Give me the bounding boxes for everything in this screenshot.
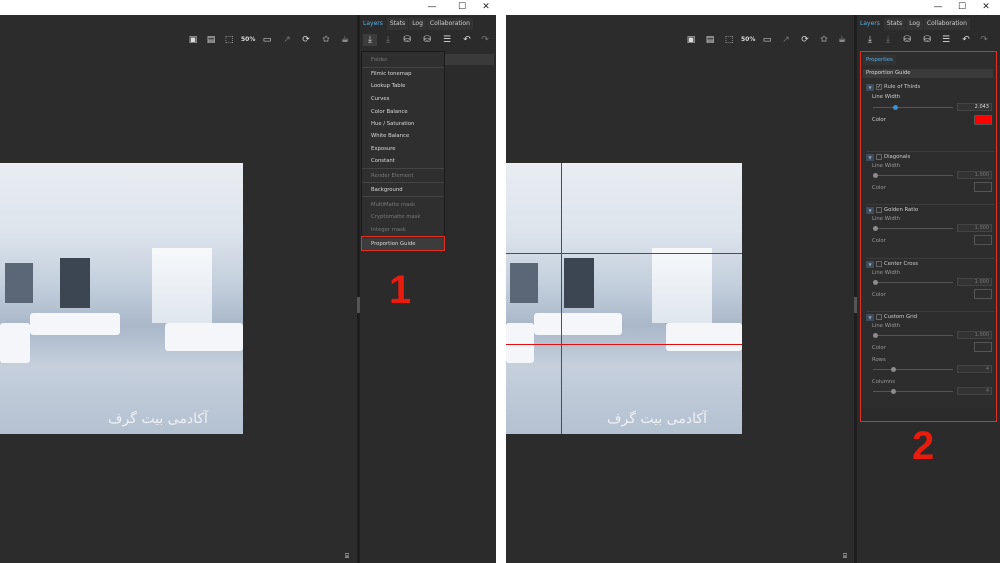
render-image: آکادمی بیت گرف bbox=[506, 163, 742, 434]
add-layer-dropdown: Folder Filmic tonemap Lookup Table Curve… bbox=[361, 51, 445, 251]
save-layers-icon[interactable]: ⛁ bbox=[900, 34, 914, 46]
undo-icon[interactable]: ↶ bbox=[460, 34, 474, 46]
render-sofa bbox=[165, 323, 243, 351]
teapot-icon[interactable]: ☕ bbox=[338, 34, 352, 46]
menu-item-curves[interactable]: Curves bbox=[362, 93, 444, 105]
render-wall-area bbox=[652, 248, 712, 323]
tab-stats[interactable]: Stats bbox=[883, 18, 906, 30]
menu-item-lookup-table[interactable]: Lookup Table bbox=[362, 80, 444, 92]
menu-item-cryptomatte-mask: Cryptomatte mask bbox=[371, 214, 421, 220]
preset-icon[interactable]: ⛁ bbox=[420, 34, 434, 46]
screenshot-step-1: — ☐ ✕ ▣ ▤ ⬚ 50% ▭ ↗ ⟳ ✿ ☕ آکادمی بیت گرف… bbox=[0, 0, 496, 563]
save-all-icon[interactable]: ▤ bbox=[204, 34, 218, 46]
step-number-1: 1 bbox=[389, 268, 412, 312]
menu-item-filmic-tonemap[interactable]: Filmic tonemap bbox=[362, 68, 444, 80]
sidebar-tabs: Layers Stats Log Collaboration bbox=[857, 18, 971, 30]
redo-icon[interactable]: ↷ bbox=[977, 34, 991, 46]
menu-item-constant[interactable]: Constant bbox=[362, 155, 444, 167]
add-layer-icon[interactable]: ⤓ bbox=[363, 34, 377, 46]
list-icon[interactable]: ☰ bbox=[440, 34, 454, 46]
render-shelf bbox=[5, 263, 33, 303]
undo-icon[interactable]: ↶ bbox=[959, 34, 973, 46]
fit-view-icon[interactable]: ▭ bbox=[760, 34, 774, 46]
menu-item-render-element: Render Element bbox=[371, 173, 414, 179]
track-mouse-icon[interactable]: ↗ bbox=[779, 34, 793, 46]
render-armchair bbox=[0, 323, 30, 363]
menu-item-hue-saturation[interactable]: Hue / Saturation bbox=[362, 118, 444, 130]
window-titlebar: — ☐ ✕ bbox=[506, 0, 1000, 15]
render-sofa bbox=[666, 323, 742, 351]
add-layer-icon[interactable]: ⤓ bbox=[863, 34, 877, 46]
highlight-box bbox=[860, 51, 997, 422]
tab-collaboration[interactable]: Collaboration bbox=[923, 18, 970, 30]
watermark-text: آکادمی بیت گرف bbox=[108, 411, 208, 427]
watermark-text: آکادمی بیت گرف bbox=[607, 411, 707, 427]
tab-stats[interactable]: Stats bbox=[386, 18, 409, 30]
redo-icon[interactable]: ↷ bbox=[478, 34, 492, 46]
render-table bbox=[534, 313, 622, 335]
render-viewport: ▣ ▤ ⬚ 50% ▭ ↗ ⟳ ✿ ☕ آکادمی بیت گرف ⌸ bbox=[506, 15, 854, 563]
save-icon[interactable]: ▣ bbox=[186, 34, 200, 46]
render-window-dark bbox=[564, 258, 594, 308]
save-icon[interactable]: ▣ bbox=[684, 34, 698, 46]
minimize-button[interactable]: — bbox=[420, 1, 444, 14]
settings-icon[interactable]: ✿ bbox=[817, 34, 831, 46]
menu-item-integer-mask: Integer mask bbox=[371, 227, 406, 233]
step-number-2: 2 bbox=[912, 424, 935, 468]
menu-item-color-balance[interactable]: Color Balance bbox=[362, 106, 444, 118]
tab-collaboration[interactable]: Collaboration bbox=[426, 18, 473, 30]
render-armchair bbox=[506, 323, 534, 363]
properties-sidebar: Layers Stats Log Collaboration ⤓ ⤓ ⛁ ⛁ ☰… bbox=[857, 15, 1000, 563]
tab-layers[interactable]: Layers bbox=[360, 18, 386, 30]
tab-log[interactable]: Log bbox=[409, 18, 426, 30]
close-button[interactable]: ✕ bbox=[974, 1, 998, 14]
fit-view-icon[interactable]: ▭ bbox=[260, 34, 274, 46]
close-button[interactable]: ✕ bbox=[474, 1, 496, 14]
render-shelf bbox=[510, 263, 538, 303]
save-all-icon[interactable]: ▤ bbox=[703, 34, 717, 46]
sidebar-tabs: Layers Stats Log Collaboration bbox=[360, 18, 474, 30]
guide-line-horizontal-2 bbox=[506, 344, 742, 345]
highlight-box bbox=[361, 236, 445, 251]
region-select-icon[interactable]: ⬚ bbox=[222, 34, 236, 46]
menu-item-exposure[interactable]: Exposure bbox=[362, 143, 444, 155]
render-image: آکادمی بیت گرف bbox=[0, 163, 243, 434]
render-viewport: ▣ ▤ ⬚ 50% ▭ ↗ ⟳ ✿ ☕ آکادمی بیت گرف ⌸ bbox=[0, 15, 357, 563]
settings-icon[interactable]: ✿ bbox=[319, 34, 333, 46]
tab-log[interactable]: Log bbox=[906, 18, 923, 30]
window-titlebar: — ☐ ✕ bbox=[0, 0, 496, 15]
list-icon[interactable]: ☰ bbox=[939, 34, 953, 46]
refresh-icon[interactable]: ⟳ bbox=[299, 34, 313, 46]
refresh-icon[interactable]: ⟳ bbox=[798, 34, 812, 46]
render-window-dark bbox=[60, 258, 90, 308]
menu-item-folder: Folder bbox=[371, 57, 388, 63]
layer-row[interactable] bbox=[443, 54, 494, 65]
layers-sidebar: Layers Stats Log Collaboration ⤓ ⤓ ⛁ ⛁ ☰… bbox=[360, 15, 496, 563]
guide-line-vertical-1 bbox=[561, 163, 562, 434]
menu-item-multimatte-mask: MultiMatte mask bbox=[371, 202, 416, 208]
zoom-level[interactable]: 50% bbox=[241, 34, 255, 46]
menu-item-background[interactable]: Background bbox=[362, 184, 444, 196]
menu-item-white-balance[interactable]: White Balance bbox=[362, 130, 444, 142]
minimize-button[interactable]: — bbox=[926, 1, 950, 14]
screenshot-step-2: — ☐ ✕ ▣ ▤ ⬚ 50% ▭ ↗ ⟳ ✿ ☕ آکادمی بیت گرف… bbox=[506, 0, 1000, 563]
maximize-button[interactable]: ☐ bbox=[450, 1, 474, 14]
preset-icon[interactable]: ⛁ bbox=[920, 34, 934, 46]
teapot-icon[interactable]: ☕ bbox=[835, 34, 849, 46]
tab-layers[interactable]: Layers bbox=[857, 18, 883, 30]
panel-toggle-icon[interactable]: ⌸ bbox=[340, 550, 354, 562]
track-mouse-icon[interactable]: ↗ bbox=[280, 34, 294, 46]
panel-toggle-icon[interactable]: ⌸ bbox=[838, 550, 852, 562]
render-table bbox=[30, 313, 120, 335]
zoom-level[interactable]: 50% bbox=[741, 34, 755, 46]
save-layers-icon[interactable]: ⛁ bbox=[400, 34, 414, 46]
maximize-button[interactable]: ☐ bbox=[950, 1, 974, 14]
load-layer-icon[interactable]: ⤓ bbox=[381, 34, 395, 46]
load-layer-icon[interactable]: ⤓ bbox=[881, 34, 895, 46]
render-wall-area bbox=[152, 248, 212, 323]
guide-line-horizontal-1 bbox=[506, 253, 742, 254]
region-select-icon[interactable]: ⬚ bbox=[722, 34, 736, 46]
